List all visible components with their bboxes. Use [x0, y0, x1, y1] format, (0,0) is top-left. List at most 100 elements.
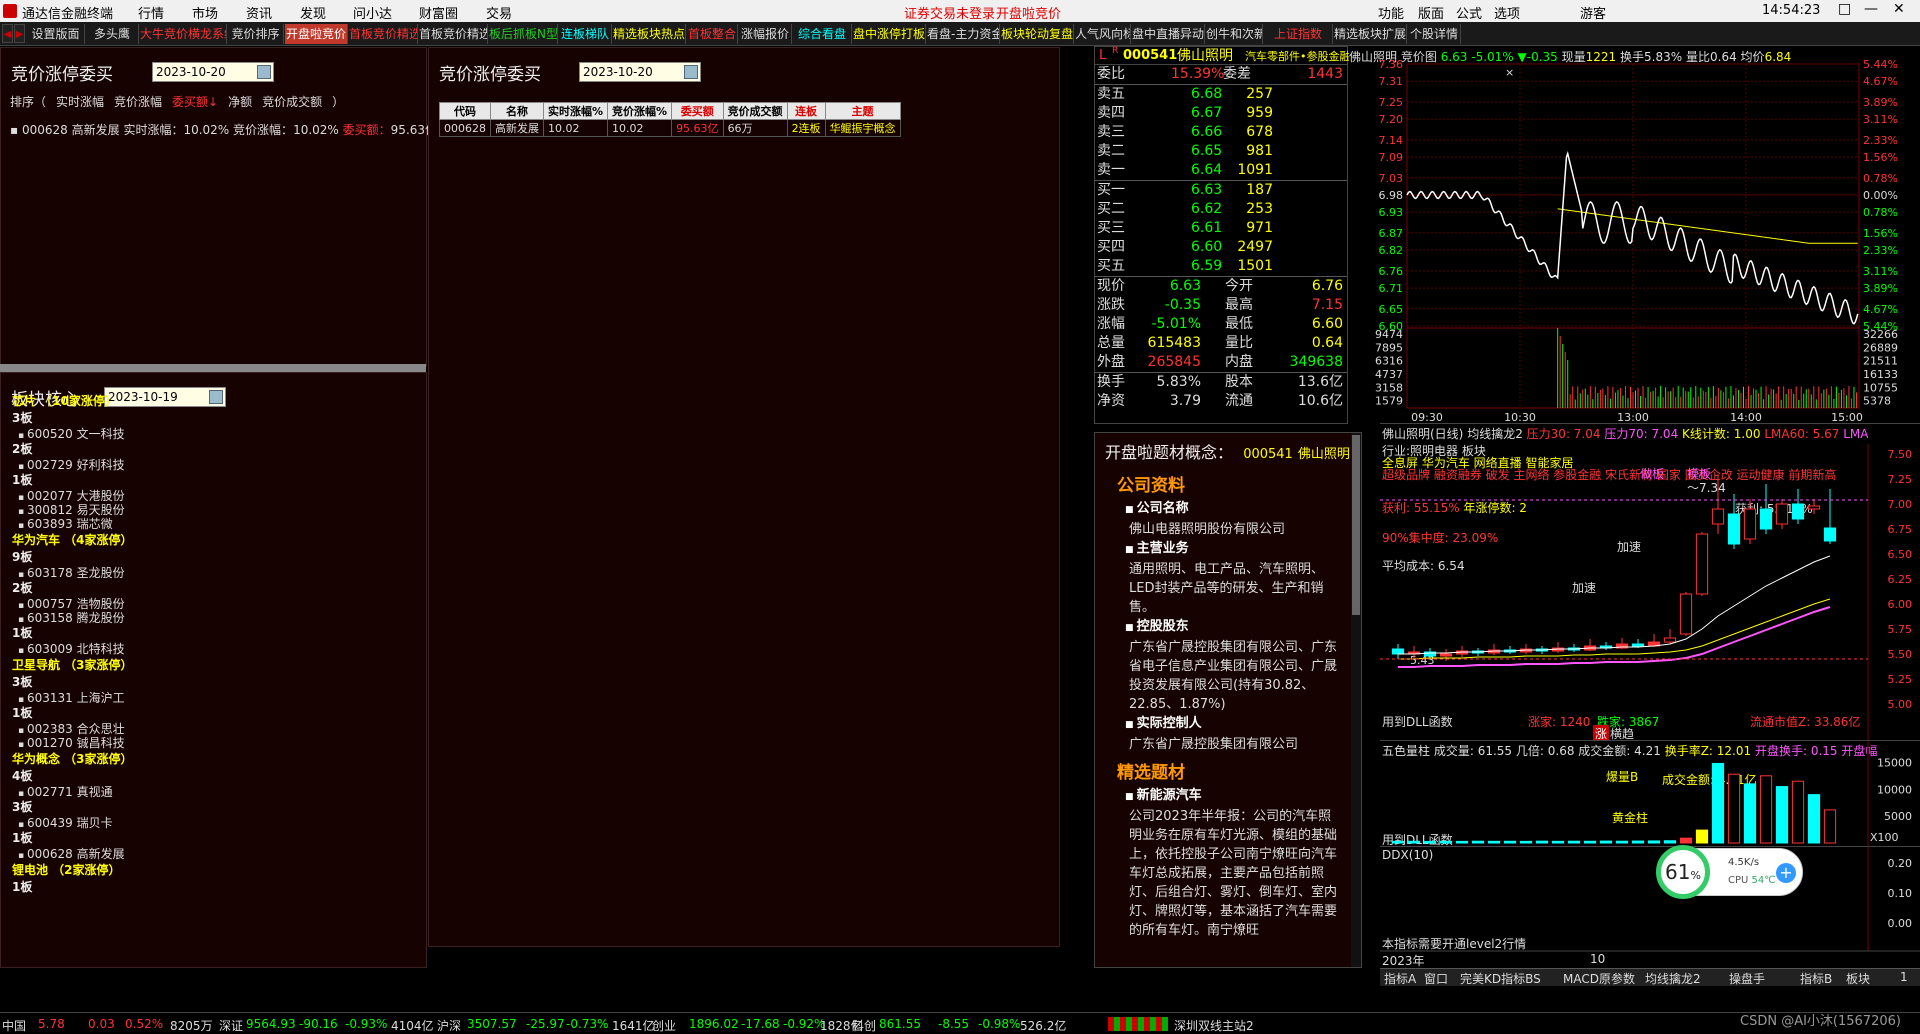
sector-stock[interactable]: 600520 文一科技 — [0, 427, 426, 441]
table-row[interactable]: 000628 高新发展 10.02 10.02 95.63亿 66万 2连板 华鲲振宇概念 — [439, 119, 901, 137]
tab-14[interactable]: 看盘-主力资金 — [927, 24, 1000, 44]
tab-9[interactable]: 精选板块热点 — [613, 24, 686, 44]
col-header[interactable]: 主题 — [824, 102, 901, 120]
status-item[interactable]: 深圳双线主站2 — [1174, 1017, 1254, 1034]
sector-stock[interactable]: 603158 腾龙股份 — [0, 611, 426, 625]
menu-xuanxiang[interactable]: 选项 — [1494, 3, 1520, 22]
sort-bid-volume[interactable]: 竞价成交额 — [262, 95, 322, 109]
menu-gongneng[interactable]: 功能 — [1378, 3, 1404, 22]
sector-stock[interactable]: 000628 高新发展 — [0, 847, 426, 861]
sector-stock[interactable]: 002383 合众思壮 — [0, 722, 426, 736]
quote-name[interactable]: 佛山照明 — [1177, 47, 1233, 65]
col-header[interactable]: 竞价成交额 — [722, 102, 788, 120]
close-icon[interactable]: ✕ — [1893, 1, 1905, 17]
date-picker[interactable]: 2023-10-20 — [152, 62, 274, 82]
book-row[interactable]: 卖四 6.67 959 — [1095, 104, 1347, 123]
sector-group[interactable]: 芯片 （10家涨停） — [0, 392, 426, 410]
tab-10[interactable]: 首板整合 — [687, 24, 738, 44]
tab-18[interactable]: 创牛和次新 — [1206, 24, 1263, 44]
sort-net[interactable]: 净额 — [228, 95, 252, 109]
add-icon[interactable]: + — [1776, 863, 1796, 883]
book-row[interactable]: 买二 6.62 253 — [1095, 200, 1347, 219]
cpu-widget[interactable]: 61% 4.5K/s CPU 54℃ + — [1656, 845, 1803, 899]
sector-stock[interactable]: 002077 大港股份 — [0, 489, 426, 503]
sort-buy-amount[interactable]: 委买额↓ — [172, 95, 218, 109]
splitter[interactable] — [0, 364, 426, 372]
sector-stock[interactable]: 603009 北特科技 — [0, 642, 426, 656]
tab-12[interactable]: 综合看盘 — [793, 24, 852, 44]
sort-realtime[interactable]: 实时涨幅 — [56, 95, 104, 109]
tab-11[interactable]: 涨幅报价 — [739, 24, 792, 44]
tab-2[interactable]: 大牛竞价横龙系统 — [140, 24, 227, 44]
indicator-tab-6[interactable]: 指标B — [1800, 970, 1832, 987]
tab-1[interactable]: 多头鹰 — [86, 24, 139, 44]
sector-stock[interactable]: 300812 易天股份 — [0, 503, 426, 517]
col-header[interactable]: 委买额 — [671, 102, 724, 120]
tab-6[interactable]: 首板竞价精选2 — [419, 24, 488, 44]
col-header[interactable]: 代码 — [439, 102, 491, 120]
col-header[interactable]: 竞价涨幅% — [607, 102, 673, 120]
sector-stock[interactable]: 000757 浩物股份 — [0, 597, 426, 611]
tab-17[interactable]: 盘中直播异动 — [1132, 24, 1205, 44]
indicator-tab-7[interactable]: 板块 — [1846, 970, 1870, 987]
sector-group[interactable]: 华为概念 （3家涨停） — [0, 750, 426, 768]
sort-bid-pct[interactable]: 竞价涨幅 — [114, 95, 162, 109]
tab-prev-icon[interactable]: ◀ — [2, 24, 13, 43]
tab-16[interactable]: 人气风向标 — [1075, 24, 1131, 44]
menu-wenxiaoda[interactable]: 问小达 — [353, 3, 392, 22]
menu-hangqing[interactable]: 行情 — [138, 3, 164, 22]
indicator-tab-3[interactable]: MACD原参数 — [1563, 970, 1635, 987]
book-row[interactable]: 买一 6.63 187 — [1095, 181, 1347, 200]
book-row[interactable]: 卖五 6.68 257 — [1095, 85, 1347, 104]
menu-caifuquan[interactable]: 财富圈 — [419, 3, 458, 22]
table-date-picker[interactable]: 2023-10-20 — [579, 62, 701, 82]
indicator-tab-2[interactable]: 完美KD指标BS — [1460, 970, 1541, 987]
concept-scrollbar[interactable] — [1351, 433, 1361, 967]
maximize-icon[interactable]: □ — [1838, 1, 1851, 17]
indicator-tab-4[interactable]: 均线擒龙2 — [1645, 970, 1701, 987]
scroll-thumb[interactable] — [1352, 435, 1360, 615]
col-header[interactable]: 名称 — [490, 102, 544, 120]
book-row[interactable]: 卖三 6.66 678 — [1095, 123, 1347, 142]
menu-gongshi[interactable]: 公式 — [1456, 3, 1482, 22]
sector-stock[interactable]: 002771 真视通 — [0, 785, 426, 799]
ddx-chart[interactable]: DDX(10) 本指标需要开通level2行情 2023年 10 0.20 0.1… — [1380, 846, 1920, 968]
col-header[interactable]: 实时涨幅% — [542, 102, 609, 120]
kline-chart[interactable]: 佛山照明(日线) 均线擒龙2 压力30: 7.04 压力70: 7.04 K线计… — [1380, 423, 1920, 742]
menu-faxian[interactable]: 发现 — [300, 3, 326, 22]
tab-3[interactable]: 竞价排序 — [228, 24, 284, 44]
book-row[interactable]: 买五 6.59 1501 — [1095, 257, 1347, 276]
tab-21[interactable]: 个股详情 — [1408, 24, 1461, 44]
guest-label[interactable]: 游客 — [1580, 3, 1606, 22]
volume-chart[interactable]: 五色量柱 成交量: 61.55 几倍: 0.68 成交金额: 4.21 换手率Z… — [1380, 740, 1920, 847]
tab-19[interactable]: 上证指数 — [1264, 24, 1333, 44]
menu-zixun[interactable]: 资讯 — [246, 3, 272, 22]
calendar-icon[interactable] — [257, 65, 271, 79]
indicator-tab-5[interactable]: 操盘手 — [1729, 970, 1765, 987]
tab-15[interactable]: 板块轮动复盘 — [1001, 24, 1074, 44]
minimize-icon[interactable]: — — [1864, 1, 1878, 17]
intraday-chart[interactable]: 佛山照明 竞价图 6.63 -5.01% ▼-0.35 现量1221 换手5.8… — [1349, 46, 1920, 424]
login-notice[interactable]: 证券交易未登录 — [904, 3, 995, 22]
sector-group[interactable]: 锂电池 （2家涨停） — [0, 861, 426, 879]
book-row[interactable]: 买三 6.61 971 — [1095, 219, 1347, 238]
sector-stock[interactable]: 603893 瑞芯微 — [0, 517, 426, 531]
tab-13[interactable]: 盘中涨停打板 — [853, 24, 926, 44]
sector-stock[interactable]: 603131 上海沪工 — [0, 691, 426, 705]
tab-0[interactable]: 设置版面 — [27, 24, 85, 44]
calendar-icon[interactable] — [684, 65, 698, 79]
book-row[interactable]: 卖二 6.65 981 — [1095, 142, 1347, 161]
quote-code[interactable]: 000541 — [1123, 47, 1177, 65]
tab-next-icon[interactable]: ▶ — [14, 24, 25, 43]
menu-shichang[interactable]: 市场 — [192, 3, 218, 22]
bid-list-item[interactable]: ▪ 000628 高新发展 实时涨幅：10.02% 竞价涨幅：10.02% 委买… — [10, 121, 437, 138]
sector-stock[interactable]: 001270 铖昌科技 — [0, 736, 426, 750]
tab-4[interactable]: 开盘啦竞价 — [285, 24, 348, 44]
sector-group[interactable]: 卫星导航 （3家涨停） — [0, 656, 426, 674]
sector-stock[interactable]: 002729 好利科技 — [0, 458, 426, 472]
book-row[interactable]: 卖一 6.64 1091 — [1095, 161, 1347, 180]
tab-5[interactable]: 首板竞价精选 — [349, 24, 418, 44]
tab-7[interactable]: 板后抓板N型 — [489, 24, 558, 44]
col-header[interactable]: 连板 — [786, 102, 826, 120]
sector-group[interactable]: 华为汽车 （4家涨停） — [0, 531, 426, 549]
